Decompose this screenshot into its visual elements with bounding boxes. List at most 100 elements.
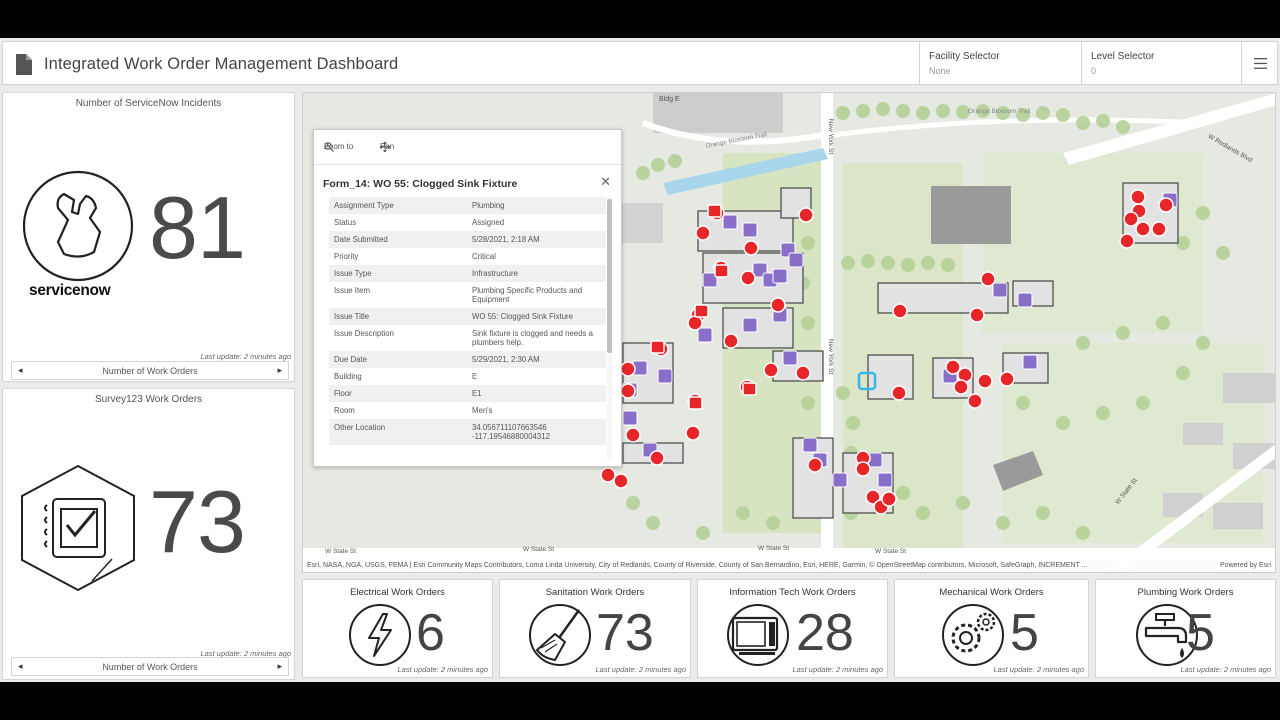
level-selector[interactable]: Level Selector 0 [1081, 42, 1241, 84]
attribute-row: Assignment Type Plumbing [329, 197, 606, 214]
survey-form-icon [21, 464, 135, 592]
computer-icon [727, 604, 789, 666]
feature-popup: Zoom to Pan Form_14: WO 55: Clogged Sink… [313, 129, 622, 467]
campus-map[interactable]: Bldg E Orange Blossom Trail Orange Bloss… [302, 92, 1276, 573]
lightning-icon [349, 604, 411, 666]
attribute-label: Building [334, 372, 362, 381]
popup-actions: Zoom to Pan [314, 130, 621, 165]
pan-button[interactable]: Pan [380, 142, 394, 152]
gears-icon [942, 604, 1004, 666]
level-selector-value: 0 [1091, 66, 1097, 76]
tile-last-update: Last update: 2 minutes ago [595, 665, 686, 674]
attribute-label: Assignment Type [329, 197, 467, 214]
attribute-label: Due Date [329, 351, 467, 368]
attribute-label: Issue Item [334, 286, 370, 295]
survey-count: 73 [149, 472, 246, 571]
attribute-row: Issue Type Infrastructure [329, 265, 606, 282]
tile-count: 28 [796, 604, 854, 662]
attribute-value: Plumbing [467, 197, 606, 214]
servicenow-incidents-panel: Number of ServiceNow Incidents serviceno… [2, 92, 295, 382]
attribute-row: Issue Title WO 55: Clogged Sink Fixture [329, 308, 606, 325]
level-selector-label: Level Selector [1091, 51, 1155, 62]
attribution-text: Esri, NASA, NGA, USGS, FEMA | Esri Commu… [307, 562, 1088, 569]
attribute-value: Plumbing Specific Products and Equipment [472, 286, 583, 304]
tile-last-update: Last update: 2 minutes ago [993, 665, 1084, 674]
attribute-label: Other Location [329, 419, 467, 445]
tile-last-update: Last update: 2 minutes ago [397, 665, 488, 674]
new-york-st-label-mid: New York St [827, 338, 835, 375]
facility-selector-value: None [929, 66, 951, 76]
servicenow-icon [22, 170, 134, 282]
attribute-row: Status Assigned [329, 214, 606, 231]
servicenow-nav-label: Number of Work Orders [102, 366, 198, 376]
attribute-label: Issue Title [329, 308, 467, 325]
tile-title: Mechanical Work Orders [939, 587, 1044, 598]
tile-title: Electrical Work Orders [350, 587, 445, 598]
attribute-label: Floor [329, 385, 467, 402]
w-state-st-label-2: W State St [523, 546, 555, 553]
powered-by-esri[interactable]: Powered by Esri [1216, 562, 1271, 569]
facility-selector-label: Facility Selector [929, 51, 1000, 62]
servicenow-logo: servicenow [29, 282, 111, 299]
attribute-value: Critical [472, 252, 496, 261]
it-work-orders-tile: Information Tech Work Orders 28 Last upd… [697, 579, 888, 678]
dashboard-header: Integrated Work Order Management Dashboa… [2, 41, 1278, 85]
mechanical-work-orders-tile: Mechanical Work Orders 5 Last update: 2 … [894, 579, 1089, 678]
dashboard: Integrated Work Order Management Dashboa… [0, 38, 1280, 682]
electrical-work-orders-tile: Electrical Work Orders 6 Last update: 2 … [302, 579, 493, 678]
attribute-row: Floor E1 [329, 385, 606, 402]
attribute-value: E1 [467, 385, 606, 402]
facility-selector[interactable]: Facility Selector None [919, 42, 1081, 84]
map-attribution: Esri, NASA, NGA, USGS, FEMA | Esri Commu… [303, 559, 1275, 572]
document-icon [16, 54, 32, 75]
attribute-value: 5/28/2021, 2:18 AM [467, 231, 606, 248]
tile-title: Information Tech Work Orders [729, 587, 856, 598]
survey-nav-bar: ◂ Number of Work Orders ▸ [11, 657, 289, 676]
attribute-value: 5/29/2021, 2:30 AM [467, 351, 606, 368]
tile-last-update: Last update: 2 minutes ago [1180, 665, 1271, 674]
orange-blossom-label-2: Orange Blossom Trail [968, 108, 1031, 115]
popup-scrollbar[interactable] [607, 197, 612, 459]
popup-attributes[interactable]: Assignment Type Plumbing Status Assigned Dat… [329, 197, 612, 459]
tile-count: 5 [1186, 604, 1215, 662]
tile-title: Plumbing Work Orders [1137, 587, 1234, 598]
zoom-to-button[interactable]: Zoom to [324, 142, 353, 152]
attribute-row: Date Submitted 5/28/2021, 2:18 AM [329, 231, 606, 248]
attribute-row: Room Men's [329, 402, 606, 419]
dashboard-title: Integrated Work Order Management Dashboa… [44, 55, 399, 73]
w-state-st-label-3: W State St [758, 545, 790, 552]
tile-count: 73 [596, 604, 654, 662]
attribute-value: Sink fixture is clogged and needs a plum… [472, 329, 593, 347]
attribute-label: Issue Type [329, 265, 467, 282]
attribute-value: 34.056711107663546 -117.19546880004312 [467, 419, 606, 445]
hamburger-icon [1253, 57, 1267, 69]
attribute-label: Room [334, 406, 355, 415]
plumbing-work-orders-tile: Plumbing Work Orders 5 Last update: 2 mi… [1095, 579, 1276, 678]
attribute-label: Status [334, 218, 357, 227]
w-state-st-label-1: W State St [325, 548, 357, 555]
menu-button[interactable] [1241, 42, 1278, 84]
zoom-icon [324, 142, 334, 152]
attribute-row: Due Date 5/29/2021, 2:30 AM [329, 351, 606, 368]
attribute-value: Assigned [472, 218, 505, 227]
next-arrow-icon[interactable]: ▸ [277, 365, 282, 376]
servicenow-nav-bar: ◂ Number of Work Orders ▸ [11, 361, 289, 380]
attribute-value: Infrastructure [467, 265, 606, 282]
attribute-label: Date Submitted [329, 231, 467, 248]
survey-panel-title: Survey123 Work Orders [94, 394, 203, 405]
close-icon[interactable]: ✕ [600, 174, 611, 190]
popup-title: Form_14: WO 55: Clogged Sink Fixture [323, 178, 518, 190]
sanitation-work-orders-tile: Sanitation Work Orders 73 Last update: 2… [499, 579, 691, 678]
servicenow-panel-title: Number of ServiceNow Incidents [75, 98, 222, 109]
attribute-row: Issue Description Sink fixture is clogged… [329, 325, 606, 351]
attribute-value: E [472, 372, 478, 381]
pan-icon [380, 142, 390, 152]
attribute-label: Issue Description [334, 329, 394, 338]
broom-icon [529, 604, 591, 666]
attribute-row: Issue Item Plumbing Specific Products and… [329, 282, 606, 308]
tile-last-update: Last update: 2 minutes ago [792, 665, 883, 674]
servicenow-last-update: Last update: 2 minutes ago [200, 352, 291, 361]
scrollbar-thumb[interactable] [607, 199, 612, 353]
tile-count: 5 [1010, 604, 1039, 662]
next-arrow-icon[interactable]: ▸ [277, 661, 282, 672]
